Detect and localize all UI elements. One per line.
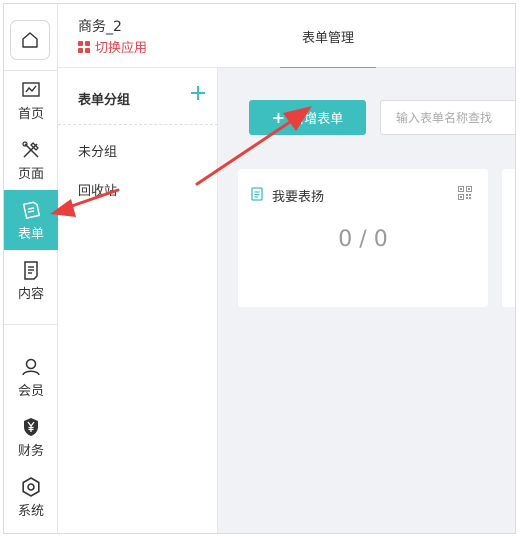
form-card-title: 我要表扬 xyxy=(272,190,325,205)
tab-form-management[interactable]: 表单管理 xyxy=(280,4,376,69)
document-icon xyxy=(251,187,263,201)
form-group-panel: 表单分组 未分组 回收站 xyxy=(58,68,218,533)
rail-item-label: 表单 xyxy=(17,226,44,242)
apps-grid-icon xyxy=(78,40,90,53)
app-name: 商务_2 xyxy=(78,19,122,35)
form-group-header: 表单分组 xyxy=(58,68,218,125)
rail-item-system[interactable]: 系统 xyxy=(4,467,58,527)
rail-item-home[interactable]: 首页 xyxy=(4,70,58,130)
tab-label: 表单管理 xyxy=(301,30,354,46)
rail-item-label: 系统 xyxy=(17,503,44,519)
rail-item-label: 会员 xyxy=(17,383,44,399)
rail-item-label: 首页 xyxy=(17,106,44,122)
rail-item-forms[interactable]: 表单 xyxy=(4,190,58,250)
plus-icon: + xyxy=(271,108,286,127)
rail-item-finance[interactable]: 财务 xyxy=(4,407,58,467)
user-icon xyxy=(22,358,40,375)
new-form-button[interactable]: + 新增表单 xyxy=(249,100,366,135)
group-item-ungrouped[interactable]: 未分组 xyxy=(78,141,117,160)
rail-item-members[interactable]: 会员 xyxy=(4,347,58,407)
home-icon xyxy=(22,32,38,48)
form-card-count: 0 / 0 xyxy=(338,227,388,252)
group-item-recycle-bin[interactable]: 回收站 xyxy=(78,180,117,199)
rail-item-label: 财务 xyxy=(17,443,44,459)
form-card[interactable] xyxy=(502,169,515,307)
form-card[interactable]: 我要表扬 0 / 0 xyxy=(238,169,488,307)
rail-item-label: 页面 xyxy=(17,166,44,182)
add-group-button[interactable] xyxy=(190,85,206,101)
tools-icon xyxy=(22,140,39,158)
rail-item-pages[interactable]: 页面 xyxy=(4,130,58,190)
form-edit-icon xyxy=(22,201,41,219)
gear-icon xyxy=(22,476,40,497)
form-group-title: 表单分组 xyxy=(78,93,131,108)
new-form-label: 新增表单 xyxy=(291,112,344,127)
switch-app-label: 切换应用 xyxy=(95,41,148,56)
top-header: 商务_2 切换应用 表单管理 xyxy=(58,4,515,69)
rail-item-content[interactable]: 内容 xyxy=(4,250,58,310)
chart-icon xyxy=(22,81,40,97)
rail-divider xyxy=(4,324,58,325)
switch-app-link[interactable]: 切换应用 xyxy=(78,37,147,56)
home-button[interactable] xyxy=(10,20,50,60)
form-search-input[interactable] xyxy=(380,100,515,135)
main-content: + 新增表单 我要表扬 0 / 0 xyxy=(218,68,515,533)
rail-item-label: 内容 xyxy=(17,286,44,302)
qr-code-icon[interactable] xyxy=(458,186,472,200)
left-nav-rail: 首页 页面 表单 内容 会员 财务 系统 xyxy=(4,4,58,533)
document-icon xyxy=(24,260,38,280)
app-window: 首页 页面 表单 内容 会员 财务 系统 商务_2 切换应用 表单管理 表单分组… xyxy=(3,3,516,534)
yen-icon xyxy=(24,417,38,436)
